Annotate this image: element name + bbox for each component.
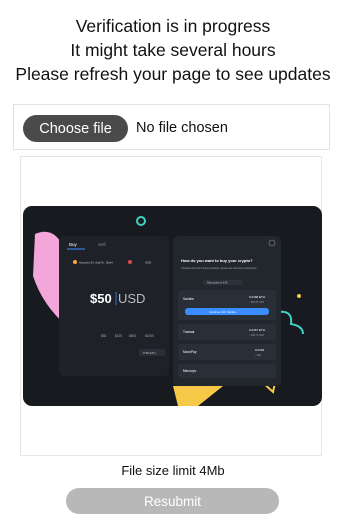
provider-amount: 0.0468 ETH [249,295,265,299]
quick-amount: $100 [115,334,122,338]
account-label: Account ID: 0xa7b...3ba4 [79,261,113,265]
image-preview-frame: Buy Sell Account ID: 0xa7b...3ba4 USD $5… [20,156,322,456]
provider-name: MoonPay [183,350,197,354]
quotes-timer: New quotes in 0:29 [207,282,228,285]
amount-value: $50 [90,291,112,306]
tab-buy: Buy [69,242,78,247]
status-heading: Verification is in progress [75,16,271,36]
provider-amount: 0.0463 [255,348,265,352]
currency-select: USD [145,261,152,265]
provider-name: Transak [183,330,195,334]
choose-file-button[interactable]: Choose file [23,115,128,142]
rate-label: 0.55 ETH [143,351,156,355]
provider-fiat: ≈ $49.85 USD [249,301,264,304]
tab-sell: Sell [98,242,106,247]
verification-message: Verification is in progress It might tak… [0,14,346,86]
amount-currency: USD [118,291,145,306]
continue-label: Continue with Sardine [209,310,237,314]
provider-fiat: ≈ $49 [255,354,262,357]
panel-title: How do you want to buy your crypto? [181,258,253,263]
status-subheading: It might take several hours [70,40,276,60]
yellow-dot-decoration [297,294,301,298]
refresh-instruction: Please refresh your page to see updates [15,64,331,84]
quick-amount: $1000 [145,334,154,338]
preview-image: Buy Sell Account ID: 0xa7b...3ba4 USD $5… [23,206,322,406]
provider-fiat: ≈ $49.73 USD [249,334,264,337]
file-upload-field[interactable]: Choose file No file chosen [13,104,330,150]
file-status-text: No file chosen [136,120,228,136]
account-icon [73,260,77,264]
resubmit-button[interactable]: Resubmit [66,488,279,514]
quick-amount: $50 [101,334,107,338]
provider-name: Mercuryo [183,369,197,373]
quick-amount: $500 [129,334,136,338]
file-size-limit: File size limit 4Mb [121,463,225,478]
provider-name: Sardine [183,297,194,301]
provider-amount: 0.0467 ETH [249,328,265,332]
flag-icon [128,260,132,264]
panel-subtitle: Compare rates from these providers. Quot… [181,267,257,270]
